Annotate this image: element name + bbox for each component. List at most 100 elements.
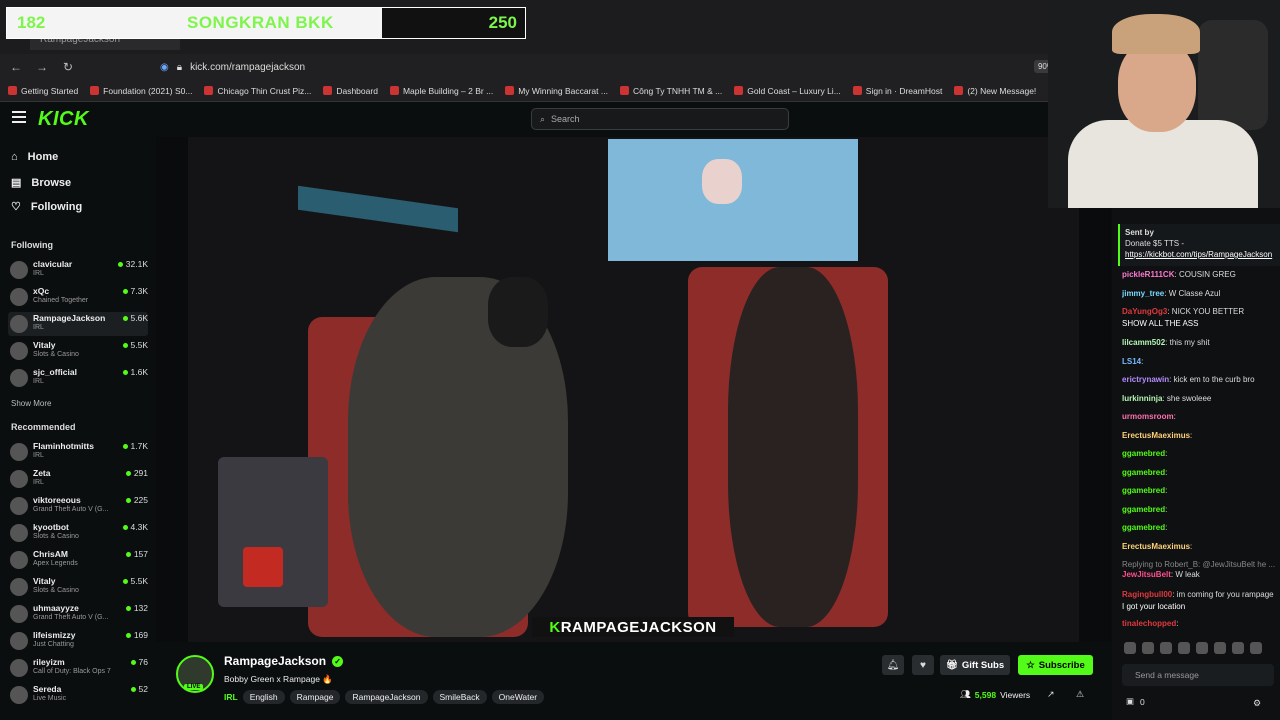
emote-icon[interactable] [1196,642,1208,654]
emote-icon[interactable] [1142,642,1154,654]
nav-browse[interactable]: ▤ Browse [11,176,71,190]
chat-username[interactable]: JewJitsuBelt [1122,570,1171,579]
sidebar-channel[interactable]: Vitaly Slots & Casino 5.5K [8,339,148,363]
sidebar-channel[interactable]: kyootbot Slots & Casino 4.3K [8,521,148,545]
show-more-link[interactable]: Show More [11,399,51,408]
chat-text: im coming for you rampage [1176,590,1274,599]
address-bar[interactable]: ◉ 🔒︎ kick.com/rampagejackson [160,58,1080,76]
search-input[interactable]: ⌕ Search [531,108,789,130]
bookmark-item[interactable]: Foundation (2021) S0... [90,86,192,96]
points-icon[interactable]: ▣ [1126,696,1134,707]
subscribe-button[interactable]: ☆ Subscribe [1018,655,1093,675]
back-icon[interactable]: ← [6,60,26,74]
sidebar-channel[interactable]: rileyizm Call of Duty: Black Ops 7 76 [8,656,148,680]
chat-separator: : [1165,468,1168,477]
tag[interactable]: OneWater [491,690,545,704]
tag[interactable]: English [242,690,285,704]
emote-icon[interactable] [1160,642,1172,654]
chat-username[interactable]: ggamebred [1122,486,1165,495]
tag[interactable]: Rampage [289,690,341,704]
nav-following[interactable]: ♡ Following [11,200,82,214]
chat-username[interactable]: lilcamm502 [1122,338,1165,347]
stream-category[interactable]: IRL [224,692,238,702]
chat-username[interactable]: urmomsroom [1122,412,1174,421]
sidebar-channel[interactable]: Flaminhotmitts IRL 1.7K [8,440,148,464]
stream-title: Bobby Green x Rampage 🔥 [224,674,333,684]
chat-separator: : [1141,357,1144,366]
emote-icon[interactable] [1232,642,1244,654]
bookmark-item[interactable]: My Winning Baccarat ... [505,86,608,96]
chat-username[interactable]: ErectusMaeximus [1122,542,1190,551]
chat-message: jimmy_tree: W Classe Azul [1122,289,1280,298]
kick-logo[interactable]: KICK [38,108,89,131]
share-icon[interactable]: ↗ [1047,689,1055,700]
chat-username[interactable]: lurkinninja [1122,394,1162,403]
emote-icon[interactable] [1178,642,1190,654]
chat-username[interactable]: pickleR111CK [1122,270,1174,279]
chat-input[interactable]: Send a message [1122,664,1274,686]
sidebar-channel[interactable]: RampageJackson IRL 5.6K [8,312,148,336]
reload-icon[interactable]: ↻ [58,60,78,74]
sidebar-channel[interactable]: clavicular IRL 32.1K [8,258,148,282]
chat-username[interactable]: DaYungOg3 [1122,307,1167,316]
video-player[interactable]: K RAMPAGEJACKSON [156,137,1111,642]
channel-viewers: 5.5K [122,576,148,586]
sidebar-channel[interactable]: Zeta IRL 291 [8,467,148,491]
bookmark-item[interactable]: Công Ty TNHH TM & ... [619,86,722,96]
bookmark-item[interactable]: Chicago Thin Crust Piz... [204,86,311,96]
bookmark-item[interactable]: Gold Coast – Luxury Li... [734,86,841,96]
chat-username[interactable]: ggamebred [1122,523,1165,532]
tag[interactable]: SmileBack [432,690,487,704]
chat-username[interactable]: ggamebred [1122,449,1165,458]
lock-icon: 🔒︎ [176,61,183,73]
tts-link[interactable]: https://kickbot.com/tips/RampageJackson [1125,250,1272,259]
sidebar-channel[interactable]: lifeismizzy Just Chatting 169 [8,629,148,653]
streamer-name[interactable]: RampageJackson ✓ [224,654,344,668]
nav-home-label: Home [27,151,59,163]
sidebar-channel[interactable]: sjc_official IRL 1.6K [8,366,148,390]
chat-username[interactable]: Ragingbull00 [1122,590,1172,599]
chat-username[interactable]: ggamebred [1122,468,1165,477]
settings-icon[interactable]: ⚙ [1253,698,1261,709]
chat-username[interactable]: erictrynawin [1122,375,1169,384]
sidebar-channel[interactable]: uhmaayyze Grand Theft Auto V (G... 132 [8,602,148,626]
menu-icon[interactable] [12,111,26,123]
chat-username[interactable]: jimmy_tree [1122,289,1164,298]
emote-icon[interactable] [1250,642,1262,654]
sidebar-channel[interactable]: Vitaly Slots & Casino 5.5K [8,575,148,599]
channel-name: uhmaayyze [33,603,79,613]
bookmark-item[interactable]: Sign in · DreamHost [852,86,942,96]
sidebar-channel[interactable]: Sereda Live Music 52 [8,683,148,707]
bookmark-item[interactable]: Maple Building – 2 Br ... [389,86,493,96]
chat-message: JewJitsuBelt: W leak [1122,570,1280,579]
chat-message: Replying to Robert_B: @JewJitsuBelt he .… [1122,560,1280,569]
bookmark-item[interactable]: Dashboard [323,86,378,96]
sidebar-channel[interactable]: viktoreeous Grand Theft Auto V (G... 225 [8,494,148,518]
follow-button[interactable]: ♥ [912,655,934,675]
bookmark-item[interactable]: (2) New Message! [954,86,1036,96]
tag[interactable]: RampageJackson [345,690,428,704]
sidebar-channel[interactable]: xQc Chained Together 7.3K [8,285,148,309]
chat-username[interactable]: ggamebred [1122,505,1165,514]
avatar [10,443,28,461]
channel-name: sjc_official [33,367,77,377]
avatar [10,261,28,279]
search-placeholder: Search [551,114,580,124]
nav-home[interactable]: ⌂ Home [11,151,58,163]
channel-name: rileyizm [33,657,65,667]
emote-icon[interactable] [1214,642,1226,654]
emote-icon[interactable] [1124,642,1136,654]
tts-sent-by: Sent by [1125,228,1154,237]
report-icon[interactable]: ⚠ [1076,689,1084,700]
chat-username[interactable]: tinalechopped [1122,619,1176,628]
bookmark-item[interactable]: Getting Started [8,86,78,96]
gift-subs-button[interactable]: 🎁︎ Gift Subs [940,655,1010,675]
chat-username[interactable]: LS14 [1122,357,1141,366]
chat-message: ggamebred: [1122,468,1280,477]
forward-icon[interactable]: → [32,60,52,74]
bookmark-icon [90,86,100,95]
sidebar-channel[interactable]: ChrisAM Apex Legends 157 [8,548,148,572]
chat-username[interactable]: ErectusMaeximus [1122,431,1190,440]
notification-bell-button[interactable]: 🔔︎ [882,655,904,675]
emote-bar [1124,642,1262,654]
